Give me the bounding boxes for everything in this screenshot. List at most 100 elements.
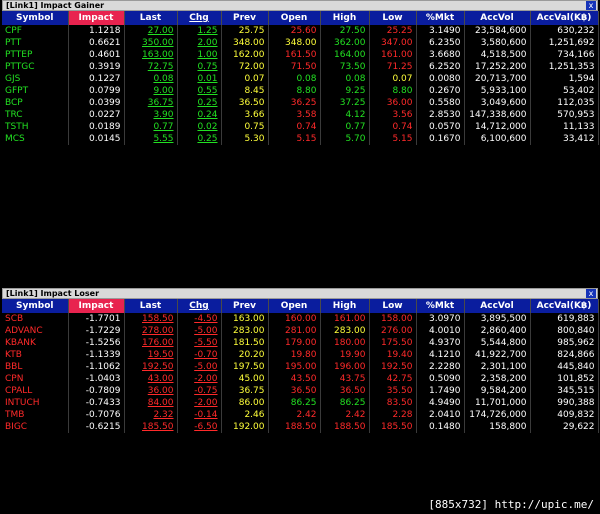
gainer-row[interactable]: TRC 0.0227 3.90 0.24 3.66 3.58 4.12 3.56 2.8530 1… xyxy=(2,109,599,121)
loser-cell-mkt: 0.5090 xyxy=(416,373,465,385)
loser-cell-last: 84.00 xyxy=(124,397,178,409)
gainer-cell-impact: 0.3919 xyxy=(68,61,125,73)
gainer-cell-open: 8.80 xyxy=(268,85,321,97)
loser-table: Symbol Impact Last Chg Prev Open High Low %Mkt Ac… xyxy=(2,299,599,433)
loser-row[interactable]: BIGC -0.6215 185.50 -6.50 192.00 188.50 188.50… xyxy=(2,421,599,433)
gainer-cell-last: 9.00 xyxy=(124,85,178,97)
loser-cell-chg: -0.75 xyxy=(177,385,222,397)
gainer-cell-symbol: GJS xyxy=(2,73,69,85)
loser-row[interactable]: CPN -1.0403 43.00 -2.00 45.00 43.50 43.75 42.75… xyxy=(2,373,599,385)
loser-row[interactable]: TMB -0.7076 2.32 -0.14 2.46 2.42 2.42 2.28 2.041… xyxy=(2,409,599,421)
gainer-title-bar[interactable]: [Link1] Impact Gainer x xyxy=(2,0,598,11)
gainer-header-last[interactable]: Last xyxy=(124,11,178,25)
gainer-header-open[interactable]: Open xyxy=(268,11,321,25)
gainer-row[interactable]: MCS 0.0145 5.55 0.25 5.30 5.15 5.70 5.15 0.1670 6… xyxy=(2,133,599,145)
loser-cell-prev: 181.50 xyxy=(221,337,269,349)
loser-cell-chg: -0.14 xyxy=(177,409,222,421)
gainer-cell-accval: 33,412 xyxy=(530,133,599,145)
loser-cell-accval: 445,840 xyxy=(530,361,599,373)
loser-cell-chg: -4.50 xyxy=(177,313,222,325)
gainer-row[interactable]: TSTH 0.0189 0.77 0.02 0.75 0.74 0.77 0.74 0.0570… xyxy=(2,121,599,133)
gainer-header-chg[interactable]: Chg xyxy=(177,11,222,25)
gainer-header-symbol[interactable]: Symbol xyxy=(2,11,69,25)
loser-header-open[interactable]: Open xyxy=(268,299,321,313)
loser-cell-last: 185.50 xyxy=(124,421,178,433)
gainer-cell-mkt: 3.6680 xyxy=(416,49,465,61)
loser-row[interactable]: KTB -1.1339 19.50 -0.70 20.20 19.80 19.90 19.40… xyxy=(2,349,599,361)
loser-cell-open: 2.42 xyxy=(268,409,321,421)
loser-header-impact[interactable]: Impact xyxy=(68,299,125,313)
loser-cell-symbol: TMB xyxy=(2,409,69,421)
loser-cell-chg: -5.00 xyxy=(177,361,222,373)
loser-close-icon[interactable]: x xyxy=(586,289,596,298)
loser-header-mkt[interactable]: %Mkt xyxy=(416,299,465,313)
gainer-row[interactable]: PTTGC 0.3919 72.75 0.75 72.00 71.50 73.50 71.25… xyxy=(2,61,599,73)
gainer-cell-mkt: 0.0570 xyxy=(416,121,465,133)
loser-cell-impact: -0.7076 xyxy=(68,409,125,421)
gainer-header-prev[interactable]: Prev xyxy=(221,11,269,25)
gainer-cell-accvol: 147,338,600 xyxy=(464,109,531,121)
loser-header-symbol[interactable]: Symbol xyxy=(2,299,69,313)
loser-cell-symbol: KTB xyxy=(2,349,69,361)
loser-cell-open: 86.25 xyxy=(268,397,321,409)
gainer-header-low[interactable]: Low xyxy=(369,11,417,25)
loser-cell-chg: -2.00 xyxy=(177,397,222,409)
loser-row[interactable]: CPALL -0.7809 36.00 -0.75 36.75 36.50 36.50 35.… xyxy=(2,385,599,397)
loser-cell-accvol: 9,584,200 xyxy=(464,385,531,397)
loser-cell-prev: 2.46 xyxy=(221,409,269,421)
loser-cell-accvol: 5,544,800 xyxy=(464,337,531,349)
loser-header-chg[interactable]: Chg xyxy=(177,299,222,313)
gainer-cell-symbol: PTTEP xyxy=(2,49,69,61)
gainer-cell-symbol: TRC xyxy=(2,109,69,121)
gainer-header-mkt[interactable]: %Mkt xyxy=(416,11,465,25)
loser-cell-prev: 36.75 xyxy=(221,385,269,397)
gainer-cell-impact: 0.4601 xyxy=(68,49,125,61)
loser-cell-impact: -0.7809 xyxy=(68,385,125,397)
gainer-row[interactable]: PTT 0.6621 350.00 2.00 348.00 348.00 362.00 347… xyxy=(2,37,599,49)
loser-row[interactable]: BBL -1.1062 192.50 -5.00 197.50 195.00 196.00 1… xyxy=(2,361,599,373)
loser-header-low[interactable]: Low xyxy=(369,299,417,313)
gainer-header-high[interactable]: High xyxy=(320,11,370,25)
loser-row[interactable]: ADVANC -1.7229 278.00 -5.00 283.00 281.00 283.… xyxy=(2,325,599,337)
loser-cell-prev: 45.00 xyxy=(221,373,269,385)
gainer-cell-accval: 570,953 xyxy=(530,109,599,121)
loser-row[interactable]: SCB -1.7701 158.50 -4.50 163.00 160.00 161.00 1… xyxy=(2,313,599,325)
loser-cell-chg: -2.00 xyxy=(177,373,222,385)
gainer-cell-high: 37.25 xyxy=(320,97,370,109)
gainer-cell-chg: 0.75 xyxy=(177,61,222,73)
gainer-cell-last: 5.55 xyxy=(124,133,178,145)
gainer-row[interactable]: BCP 0.0399 36.75 0.25 36.50 36.25 37.25 36.00 0.… xyxy=(2,97,599,109)
loser-header-accval[interactable]: AccVal(K฿) xyxy=(530,299,599,313)
gainer-cell-prev: 0.07 xyxy=(221,73,269,85)
loser-cell-high: 196.00 xyxy=(320,361,370,373)
gainer-cell-chg: 0.55 xyxy=(177,85,222,97)
loser-row[interactable]: INTUCH -0.7433 84.00 -2.00 86.00 86.25 86.25 83… xyxy=(2,397,599,409)
gainer-header-accval[interactable]: AccVal(K฿) xyxy=(530,11,599,25)
gainer-cell-low: 3.56 xyxy=(369,109,417,121)
loser-header-high[interactable]: High xyxy=(320,299,370,313)
loser-cell-accval: 409,832 xyxy=(530,409,599,421)
loser-cell-accval: 101,852 xyxy=(530,373,599,385)
loser-header-accvol[interactable]: AccVol xyxy=(464,299,531,313)
loser-cell-open: 179.00 xyxy=(268,337,321,349)
gainer-cell-accval: 1,251,692 xyxy=(530,37,599,49)
gainer-row[interactable]: GFPT 0.0799 9.00 0.55 8.45 8.80 9.25 8.80 0.2670… xyxy=(2,85,599,97)
gainer-close-icon[interactable]: x xyxy=(586,1,596,10)
gainer-row[interactable]: PTTEP 0.4601 163.00 1.00 162.00 161.50 164.00 1… xyxy=(2,49,599,61)
loser-cell-last: 36.00 xyxy=(124,385,178,397)
loser-cell-symbol: CPN xyxy=(2,373,69,385)
gainer-row[interactable]: CPF 1.1218 27.00 1.25 25.75 25.60 27.50 25.25 3.… xyxy=(2,25,599,37)
gainer-cell-last: 27.00 xyxy=(124,25,178,37)
gainer-cell-open: 36.25 xyxy=(268,97,321,109)
gainer-cell-last: 72.75 xyxy=(124,61,178,73)
loser-title-bar[interactable]: [Link1] Impact Loser x xyxy=(2,288,598,299)
loser-header-last[interactable]: Last xyxy=(124,299,178,313)
loser-row[interactable]: KBANK -1.5256 176.00 -5.50 181.50 179.00 180.0… xyxy=(2,337,599,349)
gainer-header-impact[interactable]: Impact xyxy=(68,11,125,25)
loser-title: [Link1] Impact Loser xyxy=(6,289,100,298)
loser-header-prev[interactable]: Prev xyxy=(221,299,269,313)
gainer-row[interactable]: GJS 0.1227 0.08 0.01 0.07 0.08 0.08 0.07 0.0080 2… xyxy=(2,73,599,85)
gainer-cell-prev: 36.50 xyxy=(221,97,269,109)
gainer-header-accvol[interactable]: AccVol xyxy=(464,11,531,25)
gainer-cell-high: 0.08 xyxy=(320,73,370,85)
